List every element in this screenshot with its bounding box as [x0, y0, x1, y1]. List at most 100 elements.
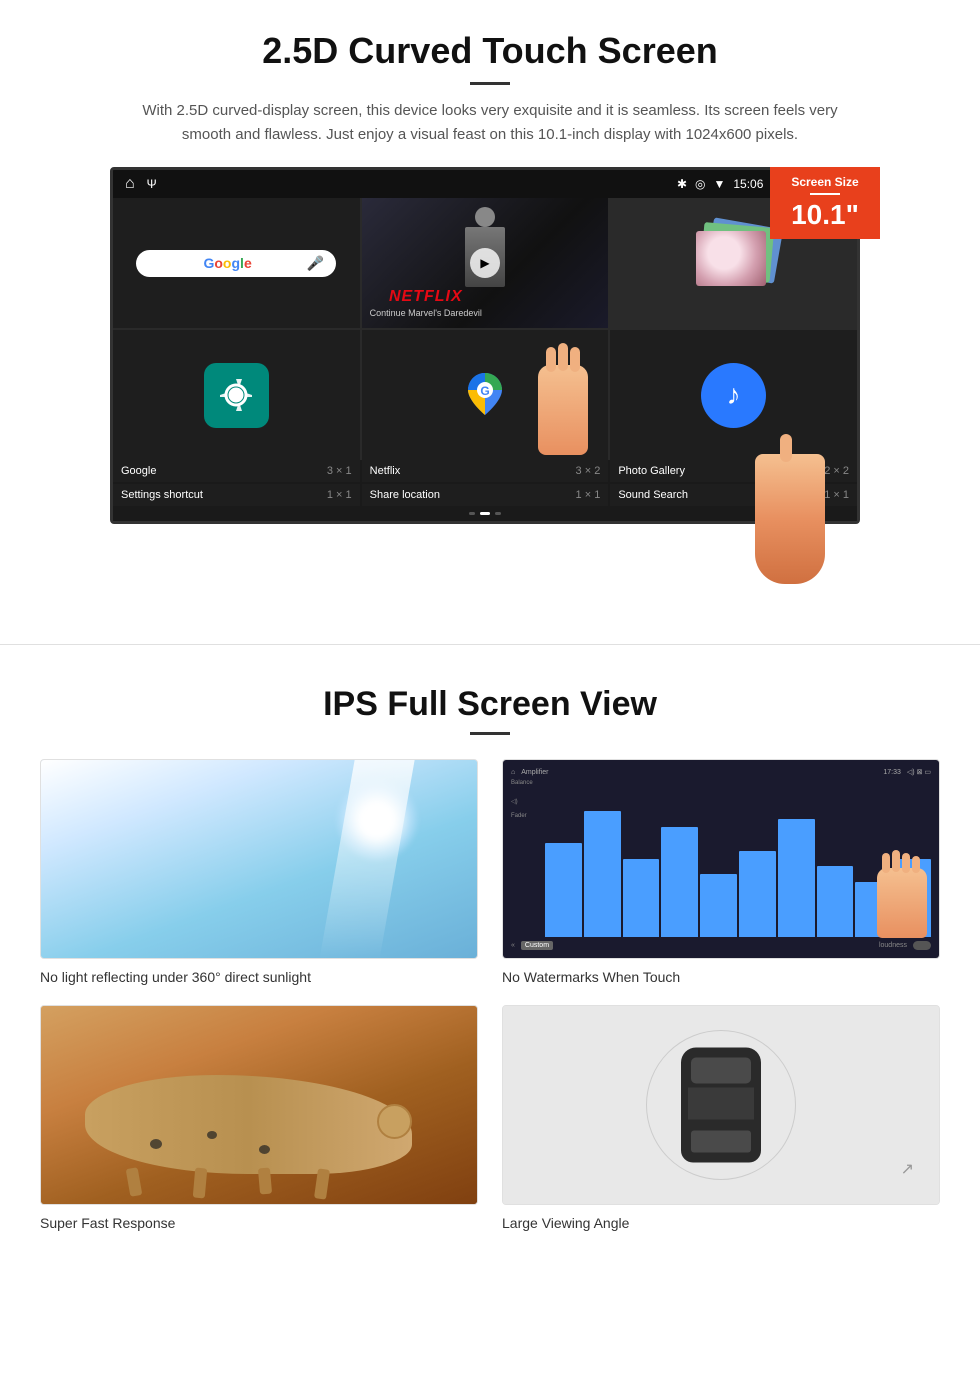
car-visual: ↗	[503, 1006, 939, 1204]
feature-watermarks: ⌂ Amplifier 17:33 ◁) ⊠ ▭ Balance ◁) Fade…	[502, 759, 940, 985]
section-curved-screen: 2.5D Curved Touch Screen With 2.5D curve…	[0, 0, 980, 544]
home-mini-icon: ⌂	[511, 769, 515, 776]
amplifier-image: ⌂ Amplifier 17:33 ◁) ⊠ ▭ Balance ◁) Fade…	[502, 759, 940, 959]
cheetah-spot-1	[150, 1139, 162, 1149]
eq-bar-6	[739, 851, 776, 937]
app-cell-sound-search[interactable]: ♪	[610, 330, 857, 460]
netflix-label: Netflix	[370, 465, 401, 477]
feature-sunlight: No light reflecting under 360° direct su…	[40, 759, 478, 985]
screen-size-badge: Screen Size 10.1"	[770, 167, 880, 239]
amp-back-icon: «	[511, 942, 515, 949]
app-label-settings: Settings shortcut 1 × 1	[113, 484, 360, 506]
amplifier-screen: ⌂ Amplifier 17:33 ◁) ⊠ ▭ Balance ◁) Fade…	[503, 760, 939, 958]
cheetah-spot-3	[259, 1145, 270, 1154]
feature-fast-response: Super Fast Response	[40, 1005, 478, 1231]
amp-header: ⌂ Amplifier 17:33 ◁) ⊠ ▭	[511, 766, 931, 780]
gallery-label: Photo Gallery	[618, 465, 685, 477]
share-label: Share location	[370, 489, 440, 501]
eq-bar-1	[545, 843, 582, 937]
photo-stack	[694, 223, 774, 303]
scroll-dot-1	[469, 512, 475, 515]
sunlight-caption: No light reflecting under 360° direct su…	[40, 969, 478, 985]
amp-loudness-label: loudness	[559, 942, 907, 949]
eq-bar-7	[778, 819, 815, 937]
section2-divider	[470, 732, 510, 735]
settings-label: Settings shortcut	[121, 489, 203, 501]
app-cell-google[interactable]: Google 🎤	[113, 198, 360, 328]
car-image: ↗	[502, 1005, 940, 1205]
amp-labels: Balance ◁) Fader	[511, 780, 541, 937]
car-roof	[688, 1088, 754, 1120]
maps-icon: G	[460, 368, 510, 423]
netflix-subtitle: Continue Marvel's Daredevil	[370, 308, 482, 318]
eq-bar-8	[817, 866, 854, 937]
car-arrow-icon: ↗	[901, 1159, 914, 1179]
cheetah-leg-2	[192, 1168, 207, 1199]
app-cell-settings[interactable]	[113, 330, 360, 460]
title-divider	[470, 82, 510, 85]
status-time: 15:06	[733, 177, 763, 191]
section1-title: 2.5D Curved Touch Screen	[60, 30, 920, 72]
amp-footer: « Custom loudness	[511, 937, 931, 952]
amp-title: Amplifier	[521, 769, 548, 776]
badge-size: 10.1"	[782, 199, 868, 231]
car-body	[681, 1048, 761, 1163]
car-rear-window	[691, 1131, 751, 1153]
badge-divider	[810, 193, 840, 195]
app-cell-netflix[interactable]: ▶ NETFLIX Continue Marvel's Daredevil	[362, 198, 609, 328]
scroll-dot-2	[480, 512, 490, 515]
usb-icon: Ψ	[147, 177, 157, 191]
badge-label: Screen Size	[782, 175, 868, 189]
viewing-angle-caption: Large Viewing Angle	[502, 1215, 940, 1231]
netflix-info-overlay: NETFLIX Continue Marvel's Daredevil	[370, 288, 482, 318]
gear-svg	[218, 377, 254, 413]
scroll-dot-3	[495, 512, 501, 515]
app-label-google: Google 3 × 1	[113, 460, 360, 482]
sound-search-icon: ♪	[701, 363, 766, 428]
settings-icon	[204, 363, 269, 428]
svg-text:G: G	[480, 384, 489, 398]
settings-size: 1 × 1	[327, 489, 352, 501]
sunlight-image	[40, 759, 478, 959]
sound-label: Sound Search	[618, 489, 688, 501]
amp-icons: ◁) ⊠ ▭	[907, 768, 931, 776]
google-logo: Google	[148, 255, 307, 271]
app-cell-share-location[interactable]: G	[362, 330, 609, 460]
google-search-bar[interactable]: Google 🎤	[136, 250, 336, 277]
wifi-icon: ▼	[713, 177, 725, 191]
eq-bar-4	[661, 827, 698, 937]
watermarks-caption: No Watermarks When Touch	[502, 969, 940, 985]
cheetah-spot-2	[207, 1131, 217, 1139]
section-divider	[0, 644, 980, 645]
share-size: 1 × 1	[576, 489, 601, 501]
home-icon: ⌂	[125, 175, 135, 193]
google-label: Google	[121, 465, 156, 477]
location-icon: ◎	[695, 177, 705, 191]
photo-card-3	[696, 231, 766, 286]
cheetah-leg-3	[258, 1168, 272, 1195]
eq-bar-2	[584, 811, 621, 937]
pointing-hand	[740, 454, 840, 614]
app-label-share: Share location 1 × 1	[362, 484, 609, 506]
cheetah-image	[40, 1005, 478, 1205]
device-mockup: Screen Size 10.1" ⌂ Ψ ✱ ◎ ▼ 15:06 ⬜ ◁) ⊠…	[110, 167, 870, 524]
section1-description: With 2.5D curved-display screen, this de…	[140, 99, 840, 147]
mic-icon: 🎤	[307, 255, 324, 272]
section-ips: IPS Full Screen View No light reflecting…	[0, 675, 980, 1261]
eq-bar-3	[623, 859, 660, 938]
netflix-play-button[interactable]: ▶	[470, 248, 500, 278]
amp-time: 17:33	[883, 769, 901, 776]
feature-viewing-angle: ↗ Large Viewing Angle	[502, 1005, 940, 1231]
amp-custom-button[interactable]: Custom	[521, 941, 553, 950]
section2-title: IPS Full Screen View	[40, 685, 940, 724]
car-windshield	[691, 1058, 751, 1084]
feature-grid: No light reflecting under 360° direct su…	[40, 759, 940, 1231]
amp-controls: Balance ◁) Fader	[511, 780, 931, 937]
bluetooth-icon: ✱	[677, 177, 687, 191]
cheetah-head	[377, 1104, 412, 1139]
hand-gesture	[528, 365, 598, 475]
sunlight-visual	[41, 760, 477, 958]
app-grid: Google 🎤	[113, 198, 857, 460]
status-bar: ⌂ Ψ ✱ ◎ ▼ 15:06 ⬜ ◁) ⊠ ▭	[113, 170, 857, 198]
google-size: 3 × 1	[327, 465, 352, 477]
